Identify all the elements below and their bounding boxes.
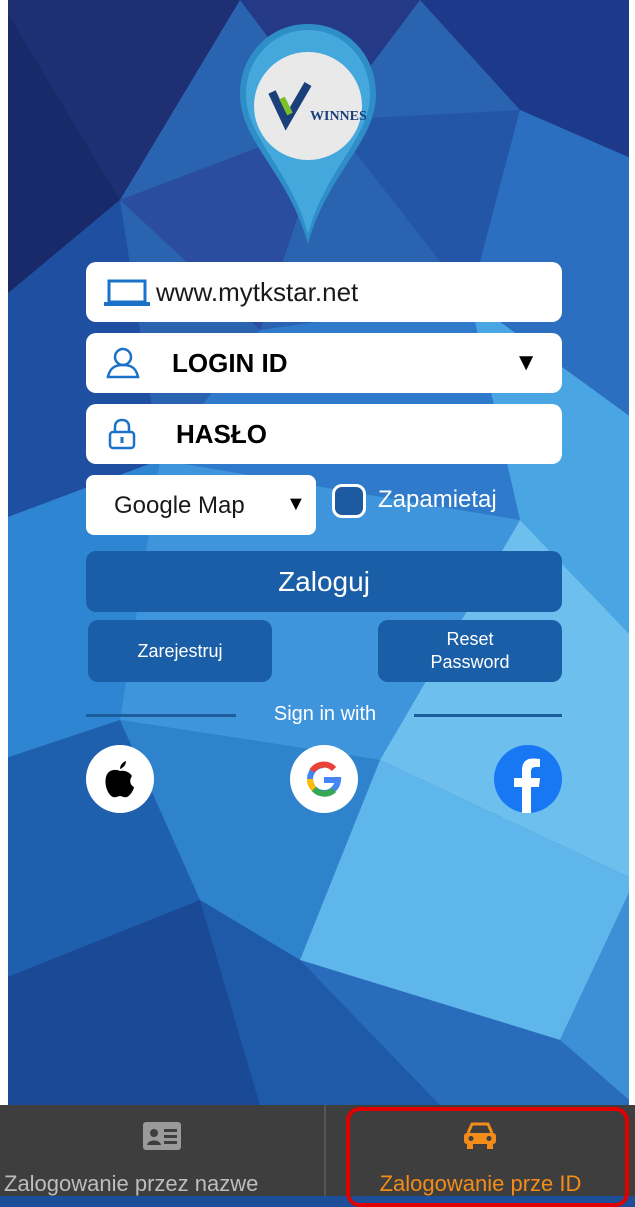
remember-label: Zapamietaj (378, 486, 497, 513)
login-id-field[interactable]: LOGIN ID ▼ (86, 333, 562, 393)
laptop-icon (104, 279, 150, 306)
sign-in-with-label: Sign in with (273, 703, 377, 725)
login-id-dropdown-icon[interactable]: ▼ (514, 349, 538, 377)
user-icon (106, 347, 140, 379)
google-icon (307, 761, 342, 797)
lock-icon (108, 418, 136, 450)
map-provider-value: Google Map (114, 492, 245, 519)
apple-signin-button[interactable] (86, 745, 154, 813)
facebook-icon (514, 758, 540, 813)
password-placeholder: HASŁO (176, 418, 267, 449)
login-button[interactable]: Zaloguj (86, 551, 562, 612)
reset-password-button[interactable]: Reset Password (378, 620, 562, 682)
winnes-logo-pin: WINNES (240, 24, 376, 244)
reset-label-line1: Reset (446, 629, 494, 649)
logo-text: WINNES (310, 109, 367, 124)
google-signin-button[interactable] (290, 745, 358, 813)
map-dropdown-icon: ▼ (286, 493, 306, 515)
divider-left (86, 714, 236, 717)
facebook-signin-button[interactable] (494, 745, 562, 813)
reset-label-line2: Password (430, 652, 510, 672)
register-button[interactable]: Zarejestruj (88, 620, 272, 682)
divider-right (414, 714, 562, 717)
map-provider-select[interactable]: Google Map ▼ (86, 475, 316, 535)
tab-login-by-name-label: Zalogowanie przez nazwe (4, 1171, 259, 1196)
left-border (0, 0, 8, 1105)
tab-login-by-name[interactable]: Zalogowanie przez nazwe (0, 1105, 324, 1196)
apple-icon (105, 761, 134, 798)
password-field[interactable]: HASŁO (86, 404, 562, 464)
right-border (629, 0, 635, 1105)
id-card-icon (143, 1122, 181, 1150)
remember-checkbox[interactable] (332, 484, 366, 518)
server-url-field[interactable]: www.mytkstar.net (86, 262, 562, 322)
highlight-box (346, 1107, 629, 1207)
server-url-value: www.mytkstar.net (156, 276, 359, 307)
login-id-placeholder: LOGIN ID (172, 347, 288, 378)
